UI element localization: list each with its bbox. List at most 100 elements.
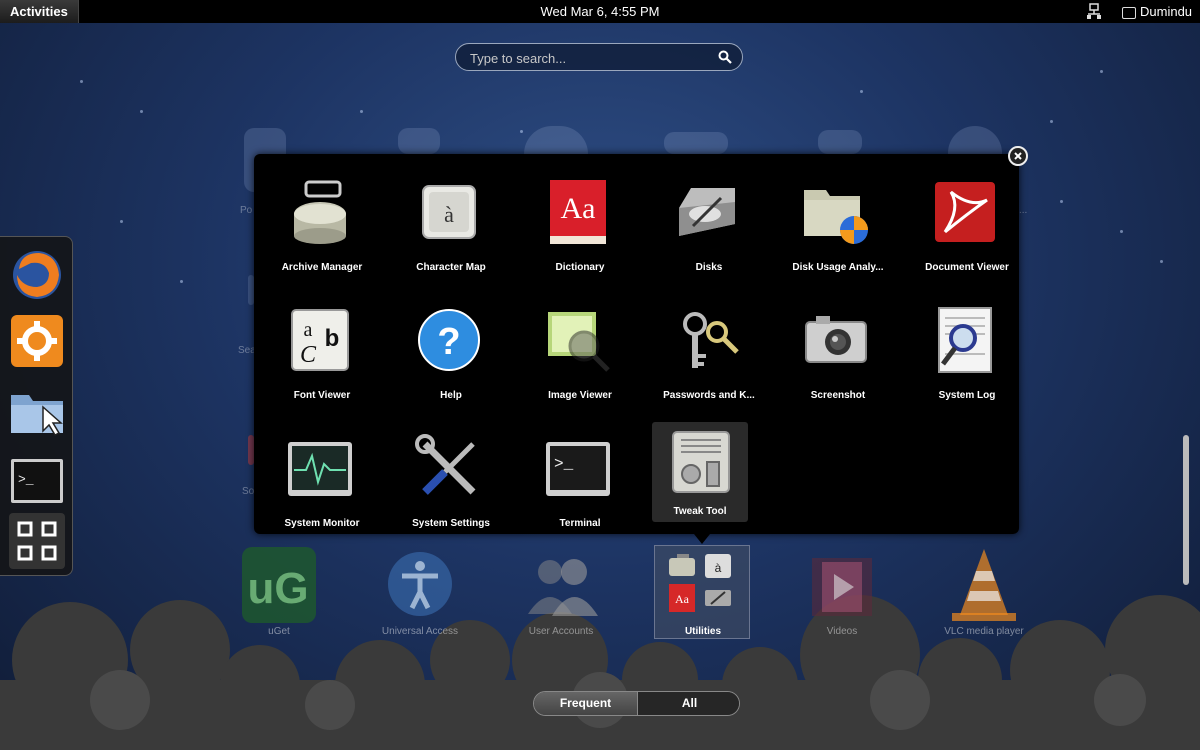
disks-icon: [679, 188, 735, 236]
settings-gear-icon[interactable]: [9, 313, 65, 369]
app-system-settings[interactable]: System Settings: [387, 422, 507, 532]
frequent-tab[interactable]: Frequent: [534, 692, 638, 715]
app-tweak-tool[interactable]: Tweak Tool: [652, 422, 748, 522]
search-icon: [718, 50, 732, 64]
app-uget[interactable]: uG: [240, 545, 318, 625]
app-label: Dictionary: [555, 262, 605, 273]
app-system-log[interactable]: System Log: [903, 294, 1023, 404]
app-dictionary[interactable]: Aa Dictionary: [516, 166, 636, 276]
app-image-viewer[interactable]: Image Viewer: [516, 294, 636, 404]
passwords-keys-icon: [683, 312, 739, 368]
system-monitor-icon: [288, 442, 352, 496]
app-label: Universal Access: [381, 626, 459, 637]
user-menu[interactable]: Dumindu: [1122, 0, 1192, 23]
app-label: Terminal: [559, 518, 601, 529]
font-viewer-icon: a b C: [291, 309, 349, 371]
svg-text:>_: >_: [18, 472, 34, 487]
clock[interactable]: Wed Mar 6, 4:55 PM: [0, 0, 1200, 23]
app-label: Videos: [826, 626, 858, 637]
svg-text:C: C: [300, 342, 317, 368]
svg-text:uG: uG: [247, 564, 308, 613]
app-label: Archive Manager: [281, 262, 363, 273]
svg-text:Aa: Aa: [675, 592, 690, 606]
disk-usage-icon: [804, 190, 868, 244]
faded-app-icon: [398, 128, 440, 154]
vlc-cone-icon: [952, 549, 1016, 621]
app-label: Disk Usage Analy...: [792, 262, 884, 273]
app-label: System Settings: [412, 518, 490, 529]
app-label: VLC media player: [944, 626, 1024, 637]
character-map-icon: à: [422, 185, 476, 239]
utilities-label: Utilities: [684, 626, 722, 637]
app-universal-access[interactable]: [386, 550, 454, 618]
user-accounts-icon: [528, 559, 598, 616]
app-terminal[interactable]: >_ Terminal: [516, 422, 636, 532]
uget-icon: uG: [242, 547, 316, 623]
app-label: Font Viewer: [293, 390, 351, 401]
app-label: Character Map: [416, 262, 486, 273]
videos-icon: [812, 558, 872, 616]
app-document-viewer[interactable]: Document Viewer: [903, 166, 1023, 276]
faded-label: Po: [240, 205, 253, 216]
svg-text:b: b: [325, 325, 340, 352]
app-disks[interactable]: Disks: [645, 166, 765, 276]
svg-text:?: ?: [437, 321, 460, 363]
system-log-icon: [938, 307, 992, 373]
svg-text:a: a: [304, 319, 313, 341]
svg-text:à: à: [715, 561, 722, 575]
app-label: Tweak Tool: [673, 506, 727, 517]
document-viewer-icon: [935, 182, 995, 242]
clock-text: Wed Mar 6, 4:55 PM: [540, 4, 660, 19]
app-label: Screenshot: [810, 390, 866, 401]
help-icon: ?: [418, 309, 480, 371]
app-label: Help: [440, 390, 462, 401]
dash-sidebar: >_: [0, 236, 73, 576]
app-label: uGet: [268, 626, 290, 637]
universal-access-icon: [388, 552, 452, 616]
terminal-icon[interactable]: >_: [9, 453, 65, 509]
terminal-icon: >_: [546, 442, 610, 496]
chat-icon: [1122, 6, 1136, 19]
app-passwords-and-keys[interactable]: Passwords and K...: [645, 294, 765, 404]
app-label: Document Viewer: [925, 262, 1009, 273]
app-videos[interactable]: [808, 552, 876, 620]
app-label: System Log: [938, 390, 996, 401]
svg-text:à: à: [444, 202, 454, 227]
tweak-tool-icon: [672, 431, 730, 493]
folder-popup-pointer: [694, 534, 710, 544]
search-input[interactable]: [468, 47, 712, 69]
show-apps-grid-icon[interactable]: [9, 513, 65, 569]
app-screenshot[interactable]: Screenshot: [774, 294, 894, 404]
faded-label: So: [242, 486, 255, 497]
app-label: System Monitor: [284, 518, 360, 529]
svg-text:>_: >_: [554, 455, 574, 473]
top-bar: Activities Wed Mar 6, 4:55 PM Dumindu: [0, 0, 1200, 23]
app-system-monitor[interactable]: System Monitor: [258, 422, 378, 532]
network-icon[interactable]: [1086, 3, 1102, 20]
app-user-accounts[interactable]: [524, 550, 600, 620]
app-grid-scrollbar[interactable]: [1183, 435, 1189, 585]
firefox-icon[interactable]: [9, 247, 65, 303]
app-archive-manager[interactable]: Archive Manager: [258, 166, 378, 276]
app-character-map[interactable]: à Character Map: [387, 166, 507, 276]
app-vlc[interactable]: [946, 545, 1022, 625]
app-help[interactable]: ? Help: [387, 294, 507, 404]
image-viewer-icon: [548, 312, 610, 372]
utilities-folder[interactable]: à Aa Utilities: [654, 545, 750, 639]
app-disk-usage-analyzer[interactable]: Disk Usage Analy...: [774, 166, 894, 276]
system-settings-icon: [415, 434, 476, 495]
archive-manager-icon: [294, 180, 346, 244]
dictionary-icon: Aa: [550, 180, 606, 244]
files-folder-icon[interactable]: [9, 385, 65, 441]
app-font-viewer[interactable]: a b C Font Viewer: [258, 294, 378, 404]
faded-app-icon: [664, 132, 728, 154]
view-toggle: Frequent All: [533, 691, 740, 716]
faded-app-icon: [524, 126, 588, 154]
utilities-folder-preview-icon: à Aa: [669, 554, 731, 612]
faded-app-icon: [948, 126, 1002, 154]
all-tab[interactable]: All: [638, 692, 739, 715]
search-box[interactable]: [455, 43, 743, 71]
screenshot-icon: [805, 316, 867, 363]
app-label: User Accounts: [528, 626, 594, 637]
close-popup-button[interactable]: [1008, 146, 1028, 166]
